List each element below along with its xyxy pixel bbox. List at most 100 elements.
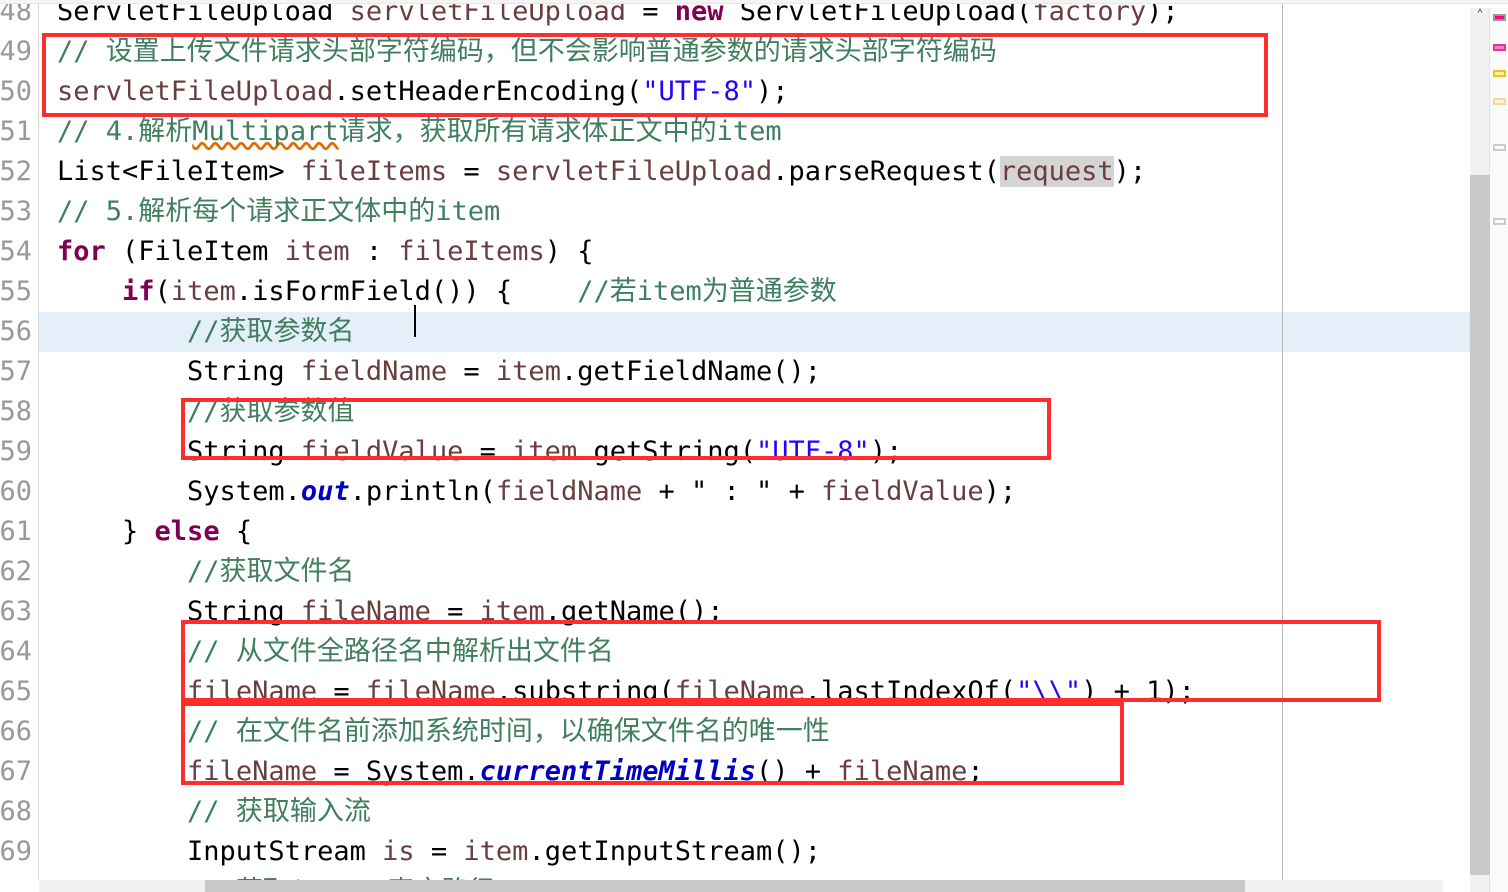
code-token: fileItems <box>300 156 464 187</box>
marker-warning-1-icon[interactable] <box>1493 44 1506 51</box>
code-token: is <box>382 836 431 867</box>
line-number: 53 <box>0 196 32 227</box>
code-line[interactable]: // 4.解析Multipart请求，获取所有请求体正文中的item <box>39 112 1443 152</box>
code-text-area[interactable]: ServletFileUpload servletFileUpload = ne… <box>39 0 1443 892</box>
code-line[interactable]: // 获取输入流 <box>39 792 1443 832</box>
code-line-content: //获取参数名 <box>39 312 355 352</box>
code-token: item <box>479 596 545 627</box>
line-number: 56 <box>0 316 32 347</box>
code-line[interactable]: } else { <box>39 512 1443 552</box>
code-line[interactable]: String fieldValue = item.getString("UTF-… <box>39 432 1443 472</box>
code-line-content: // 4.解析Multipart请求，获取所有请求体正文中的item <box>39 112 782 152</box>
line-number: 62 <box>0 556 32 587</box>
code-token: // 4.解析 <box>57 116 193 147</box>
code-line[interactable]: fileName = fileName.substring(fileName.l… <box>39 672 1443 712</box>
code-line[interactable]: String fieldName = item.getFieldName(); <box>39 352 1443 392</box>
code-line[interactable]: //获取参数名 <box>39 312 1443 352</box>
code-token: ( <box>154 276 171 307</box>
code-line[interactable]: //获取文件名 <box>39 552 1443 592</box>
code-token: "UTF-8" <box>756 436 870 467</box>
marker-warning-2-icon[interactable] <box>1493 70 1506 77</box>
code-token: // 5.解析每个请求正文体中的item <box>57 196 501 227</box>
code-line-content: // 从文件全路径名中解析出文件名 <box>39 632 614 672</box>
code-token: item <box>512 436 578 467</box>
code-token: else <box>154 516 220 547</box>
code-line[interactable]: // 设置上传文件请求头部字符编码，但不会影响普通参数的请求头部字符编码 <box>39 32 1443 72</box>
code-token: ; <box>967 756 984 787</box>
code-line[interactable]: for (FileItem item : fileItems) { <box>39 232 1443 272</box>
code-line[interactable]: if(item.isFormField()) { //若item为普通参数 <box>39 272 1443 312</box>
line-number: 69 <box>0 836 32 867</box>
code-line[interactable]: ServletFileUpload servletFileUpload = ne… <box>39 0 1443 32</box>
line-number: 52 <box>0 156 32 187</box>
overview-ruler[interactable] <box>1489 8 1508 892</box>
code-token: .getName(); <box>544 596 724 627</box>
code-token: //获取参数值 <box>187 396 355 427</box>
code-editor-viewport[interactable]: 48 49 50 51 52 53 54 55 56 57 58 59 60 61 62 63 64 65 66 67… <box>0 0 1508 892</box>
code-token: fieldName <box>495 476 643 507</box>
code-token: + <box>642 476 692 507</box>
code-line[interactable]: servletFileUpload.setHeaderEncoding("UTF… <box>39 72 1443 112</box>
code-token: //获取文件名 <box>187 556 355 587</box>
code-token: .getString( <box>577 436 757 467</box>
line-number: 65 <box>0 676 32 707</box>
code-token: : <box>349 236 399 267</box>
code-token: fileItems <box>398 236 545 267</box>
code-token: Multipart <box>192 116 339 147</box>
code-token: fieldValue <box>300 436 480 467</box>
line-number: 48 <box>0 0 32 27</box>
code-token: = <box>642 0 675 27</box>
code-token: // 从文件全路径名中解析出文件名 <box>187 636 614 667</box>
marker-info-2-icon[interactable] <box>1493 218 1506 225</box>
code-line-content: // 5.解析每个请求正文体中的item <box>39 192 500 232</box>
code-token: out <box>300 476 350 507</box>
code-line[interactable]: System.out.println(fieldName + " : " + f… <box>39 472 1443 512</box>
code-token: fileName <box>187 676 334 707</box>
code-token: 请求，获取所有请求体正文中的item <box>338 116 782 147</box>
code-line[interactable]: List<FileItem> fileItems = servletFileUp… <box>39 152 1443 192</box>
code-line[interactable]: //获取参数值 <box>39 392 1443 432</box>
code-token: .lastIndexOf( <box>804 676 1017 707</box>
code-token: (FileItem <box>105 236 285 267</box>
code-token: // 获取输入流 <box>187 796 371 827</box>
code-token: ServletFileUpload <box>57 0 350 27</box>
line-number: 51 <box>0 116 32 147</box>
code-token: ); <box>869 436 903 467</box>
code-line[interactable]: InputStream is = item.getInputStream(); <box>39 832 1443 872</box>
vertical-scrollbar-thumb[interactable] <box>1470 175 1490 875</box>
code-token: .println( <box>349 476 496 507</box>
marker-info-1-icon[interactable] <box>1493 144 1506 151</box>
code-token: .setHeaderEncoding( <box>333 76 643 107</box>
line-number: 68 <box>0 796 32 827</box>
code-line[interactable]: // 在文件名前添加系统时间，以确保文件名的唯一性 <box>39 712 1443 752</box>
code-token: item <box>170 276 236 307</box>
code-line[interactable]: // 5.解析每个请求正文体中的item <box>39 192 1443 232</box>
code-token: servletFileUpload <box>495 156 773 187</box>
window-chrome-sliver <box>0 0 1508 4</box>
marker-warning-3-icon[interactable] <box>1493 98 1506 105</box>
print-margin-guide <box>1282 0 1283 892</box>
code-token: ); <box>1113 156 1147 187</box>
scroll-up-arrow-icon[interactable]: ˄ <box>1472 9 1488 24</box>
code-token: request <box>999 156 1114 187</box>
code-token: new <box>674 0 740 27</box>
code-token: "UTF-8" <box>642 76 756 107</box>
code-line[interactable]: fileName = System.currentTimeMillis() + … <box>39 752 1443 792</box>
horizontal-scrollbar-thumb[interactable] <box>205 880 1245 892</box>
code-line[interactable]: String fileName = item.getName(); <box>39 592 1443 632</box>
code-line[interactable]: // 从文件全路径名中解析出文件名 <box>39 632 1443 672</box>
marker-error-icon[interactable] <box>1493 14 1506 21</box>
code-line-content: // 在文件名前添加系统时间，以确保文件名的唯一性 <box>39 712 830 752</box>
code-token: = <box>479 436 513 467</box>
code-line-content: System.out.println(fieldName + " : " + f… <box>39 472 1016 512</box>
code-token: fieldValue <box>821 476 984 507</box>
code-token: ); <box>983 476 1017 507</box>
code-token: ServletFileUpload( <box>739 0 1033 27</box>
line-number-gutter[interactable]: 48 49 50 51 52 53 54 55 56 57 58 59 60 61 62 63 64 65 66 67… <box>0 0 39 892</box>
code-token: + <box>772 476 822 507</box>
gutter-bottom-filler <box>0 880 39 892</box>
